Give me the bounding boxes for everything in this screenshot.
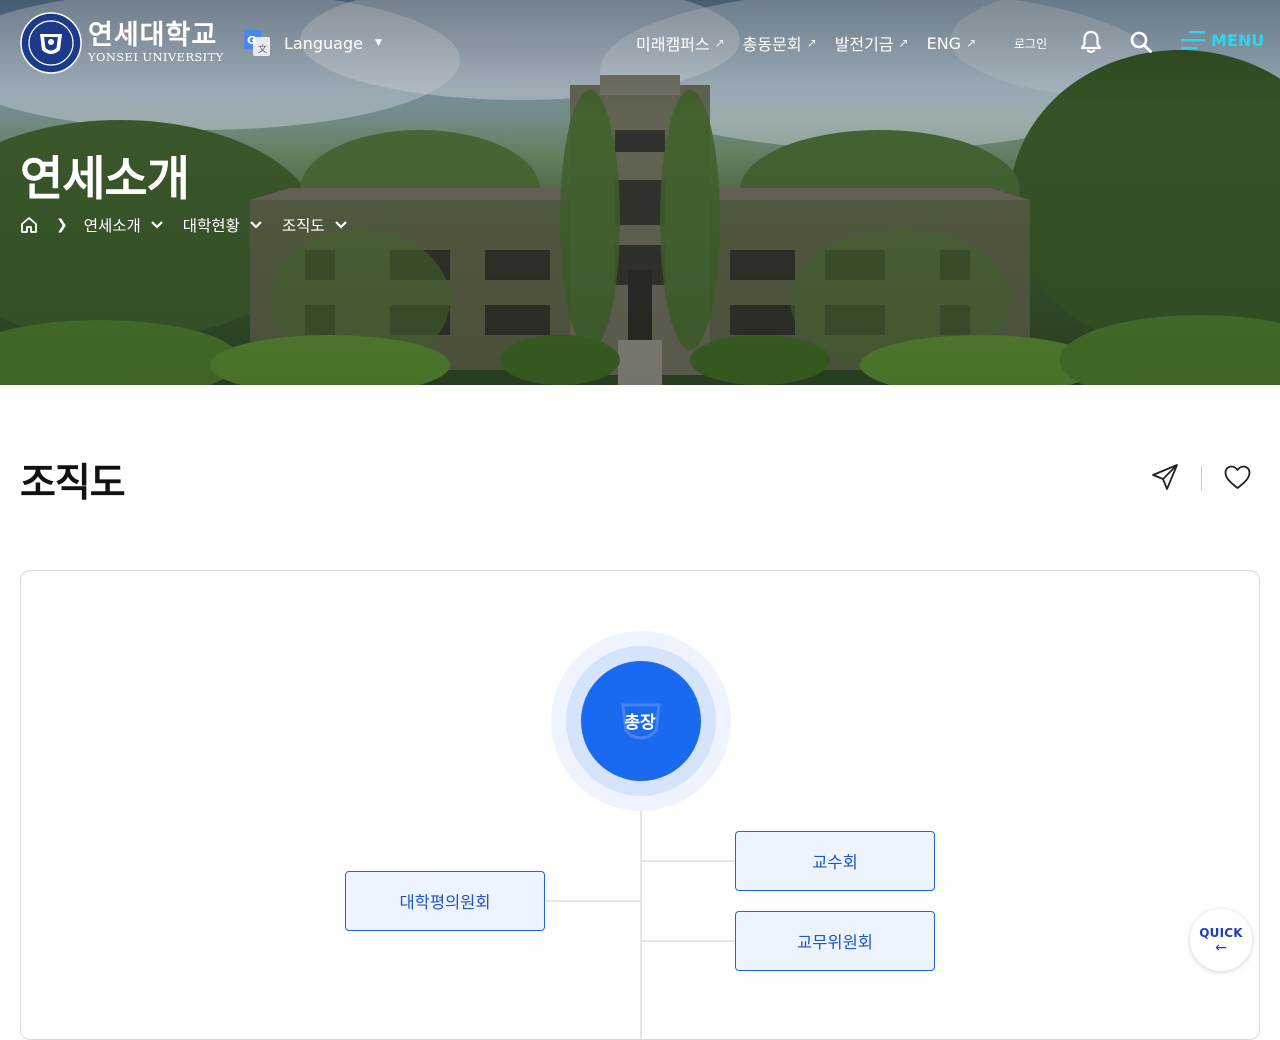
node-academic-affairs-committee[interactable]: 교무위원회 [735, 911, 935, 971]
breadcrumb: ❯ 연세소개 대학현황 조직도 [20, 214, 367, 236]
chevron-down-icon [334, 221, 347, 229]
svg-text:G: G [247, 34, 256, 47]
external-link-icon: ↗ [966, 36, 977, 50]
breadcrumb-label: 연세소개 [83, 217, 141, 235]
top-navigation: 미래캠퍼스 ↗ 총동문회 ↗ 발전기금 ↗ ENG ↗ [636, 31, 994, 55]
nav-link-alumni[interactable]: 총동문회 ↗ [743, 31, 817, 55]
breadcrumb-item-org-chart[interactable]: 조직도 [282, 214, 347, 236]
nav-link-label: 발전기금 [834, 35, 894, 54]
home-icon[interactable] [20, 216, 38, 234]
menu-label: MENU [1211, 30, 1265, 50]
page-title: 조직도 [20, 461, 126, 506]
node-faculty-council[interactable]: 교수회 [735, 831, 935, 891]
external-link-icon: ↗ [714, 36, 725, 50]
president-label: 총장 [624, 713, 656, 733]
hero-banner: 연세대학교 YONSEI UNIVERSITY G 文 Language ▼ 미… [0, 0, 1280, 385]
external-link-icon: ↗ [806, 36, 817, 50]
share-icon[interactable] [1151, 463, 1179, 491]
action-divider [1201, 466, 1202, 490]
chevron-down-icon [250, 221, 262, 229]
nav-link-future-campus[interactable]: 미래캠퍼스 ↗ [636, 31, 725, 55]
chevron-right-icon: ❯ [56, 217, 68, 233]
nav-link-label: 총동문회 [742, 35, 802, 54]
site-header: 연세대학교 YONSEI UNIVERSITY G 文 Language ▼ 미… [0, 0, 1280, 86]
breadcrumb-label: 조직도 [281, 217, 325, 235]
node-university-senate[interactable]: 대학평의원회 [345, 871, 545, 931]
quick-label: QUICK [1199, 925, 1243, 940]
caret-down-icon: ▼ [374, 38, 382, 48]
breadcrumb-item-status[interactable]: 대학현황 [183, 214, 262, 236]
yonsei-seal-icon [20, 12, 82, 74]
breadcrumb-label: 대학현황 [182, 217, 240, 235]
menu-button[interactable]: MENU [1181, 30, 1264, 50]
google-translate-icon: G 文 [244, 30, 270, 56]
university-logo[interactable]: 연세대학교 YONSEI UNIVERSITY [20, 12, 224, 74]
svg-text:文: 文 [258, 43, 267, 55]
arrow-left-icon: ← [1215, 939, 1227, 956]
nav-link-english[interactable]: ENG ↗ [927, 34, 977, 53]
section-title: 연세소개 [20, 152, 190, 207]
breadcrumb-item-about[interactable]: 연세소개 [84, 214, 163, 236]
chevron-down-icon [151, 221, 163, 229]
nav-link-label: ENG [926, 33, 962, 53]
bell-icon[interactable] [1080, 30, 1102, 54]
heart-icon[interactable] [1224, 465, 1251, 490]
login-link[interactable]: 로그인 [1014, 35, 1047, 52]
language-selector[interactable]: G 文 Language ▼ [244, 30, 382, 56]
nav-link-donation[interactable]: 발전기금 ↗ [835, 31, 909, 55]
org-chart-card: 총장 교수회 대학평의원회 교무위원회 [20, 570, 1260, 1040]
nav-link-label: 미래캠퍼스 [636, 35, 710, 54]
quick-menu-button[interactable]: QUICK ← [1190, 909, 1252, 971]
language-label: Language [284, 33, 363, 53]
hamburger-icon [1181, 31, 1205, 50]
external-link-icon: ↗ [898, 36, 909, 50]
logo-english-name: YONSEI UNIVERSITY [88, 50, 224, 64]
logo-korean-name: 연세대학교 [88, 20, 218, 51]
search-icon[interactable] [1130, 31, 1152, 53]
